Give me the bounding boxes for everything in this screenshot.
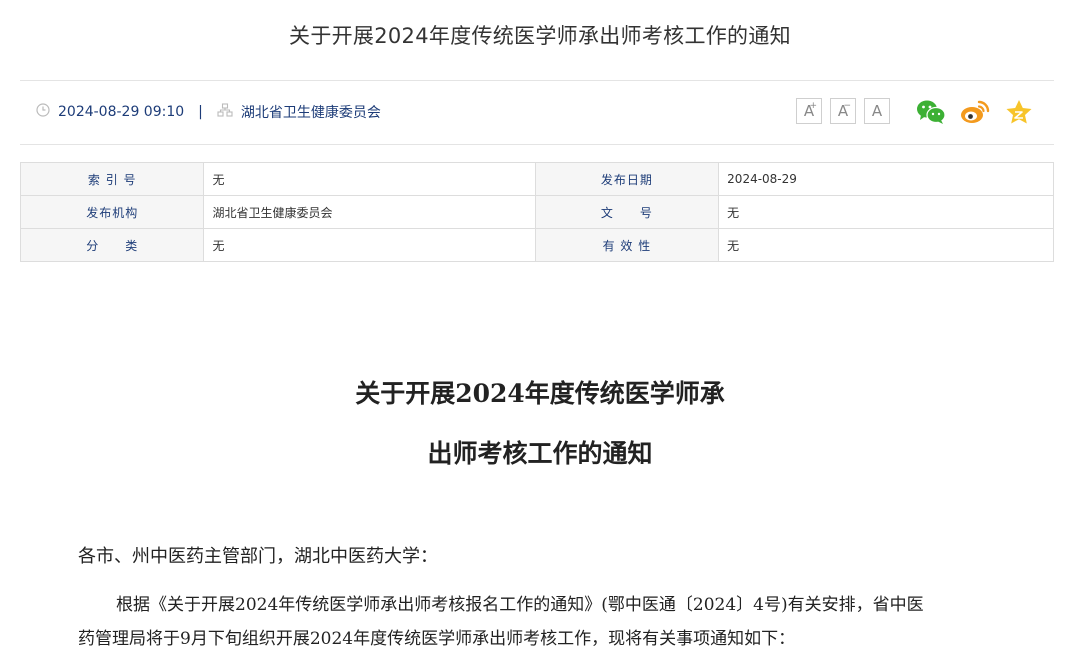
clock-icon (36, 103, 50, 121)
publish-datetime: 2024-08-29 09:10 (58, 104, 185, 120)
validity-label: 有 效 性 (534, 228, 720, 262)
publisher-name: 湖北省卫生健康委员会 (240, 105, 381, 121)
validity-value: 无 (718, 228, 1054, 262)
divider (20, 144, 1054, 145)
index-number-label: 索 引 号 (19, 162, 205, 196)
share-bar (916, 98, 1034, 126)
index-number-value: 无 (203, 162, 536, 196)
issuing-agency-value: 湖北省卫生健康委员会 (203, 195, 536, 229)
document-info-table: 索 引 号 无 发布日期 2024-08-29 发布机构 湖北省卫生健康委员会 … (19, 162, 1054, 262)
article-title-line-2: 出师考核工作的通知 (427, 439, 653, 468)
font-decrease-button[interactable]: A − (830, 98, 856, 124)
table-row: 索 引 号 无 发布日期 2024-08-29 (19, 162, 1054, 196)
minus-icon: − (843, 101, 851, 111)
category-label: 分 类 (19, 228, 205, 262)
publish-date-value: 2024-08-29 (718, 162, 1054, 196)
meta-separator: | (198, 104, 203, 120)
article-paragraph-line-2: 药管理局将于9月下旬组织开展2024年度传统医学师承出师考核工作，现将有关事项通… (78, 629, 796, 649)
font-reset-label: A (871, 102, 883, 120)
wechat-icon[interactable] (916, 98, 946, 126)
article-salutation: 各市、州中医药主管部门，湖北中医药大学： (78, 546, 438, 567)
document-number-label: 文 号 (534, 195, 720, 229)
table-row: 分 类 无 有 效 性 无 (19, 228, 1054, 262)
publish-date-label: 发布日期 (534, 162, 720, 196)
page: 关于开展2024年度传统医学师承出师考核工作的通知 2024-08-29 09:… (0, 0, 1080, 654)
favorite-star-icon[interactable] (1004, 98, 1034, 126)
category-value: 无 (203, 228, 536, 262)
article-title-line-1: 关于开展2024年度传统医学师承 (355, 379, 725, 408)
plus-icon: + (809, 101, 817, 111)
issuing-agency-label: 发布机构 (19, 195, 205, 229)
organization-icon (217, 103, 233, 121)
font-size-controls: A + A − A (796, 98, 890, 124)
table-row: 发布机构 湖北省卫生健康委员会 文 号 无 (19, 195, 1054, 229)
document-number-value: 无 (718, 195, 1054, 229)
weibo-icon[interactable] (960, 98, 990, 126)
font-increase-button[interactable]: A + (796, 98, 822, 124)
divider (20, 80, 1054, 81)
article-paragraph-line-1: 根据《关于开展2024年传统医学师承出师考核报名工作的通知》(鄂中医通〔2024… (116, 595, 924, 615)
page-title: 关于开展2024年度传统医学师承出师考核工作的通知 (289, 24, 791, 48)
font-reset-button[interactable]: A (864, 98, 890, 124)
article-meta: 2024-08-29 09:10 | 湖北省卫生健康委员会 (36, 100, 381, 124)
